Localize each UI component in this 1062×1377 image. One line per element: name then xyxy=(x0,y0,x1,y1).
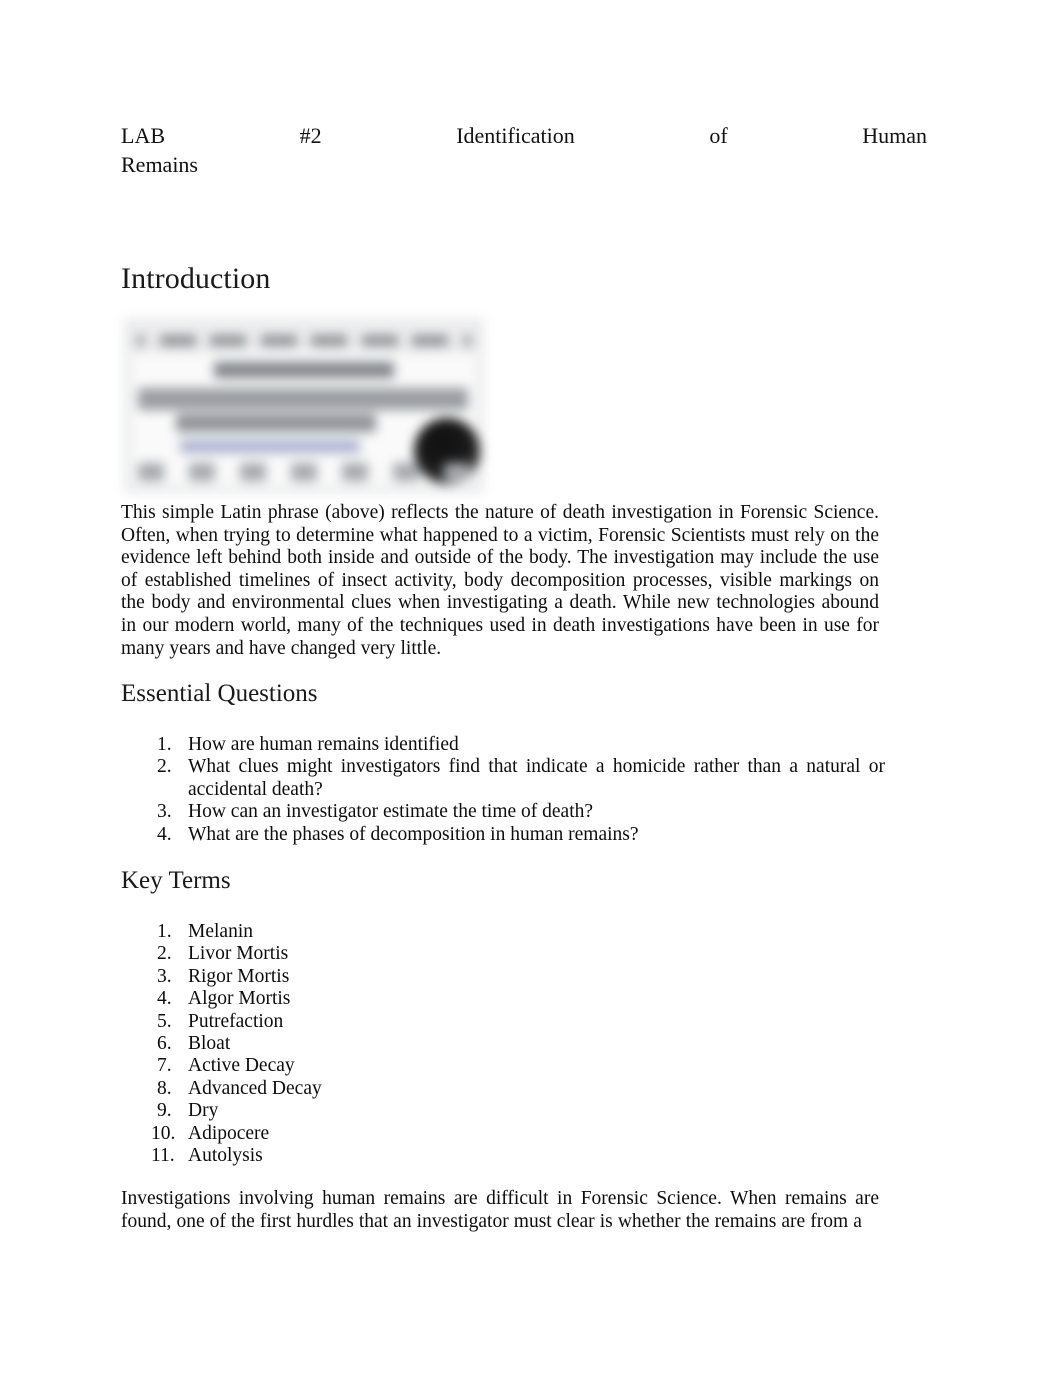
figure-title-block xyxy=(214,362,394,378)
list-item-number: 4. xyxy=(157,988,172,1010)
list-item-number: 3. xyxy=(157,965,172,987)
list-item-number: 4. xyxy=(157,823,172,845)
list-item: 8. Advanced Decay xyxy=(121,1078,541,1100)
document-page: LAB #2 Identification of Human Remains I… xyxy=(0,0,1062,1377)
list-item-label: Autolysis xyxy=(188,1145,263,1167)
header-title-overflow: Remains xyxy=(121,152,198,177)
list-item: 6. Bloat xyxy=(121,1033,541,1055)
document-header: LAB #2 Identification of Human xyxy=(121,121,927,150)
essential-questions-list: 1. How are human remains identified 2. W… xyxy=(121,734,885,846)
list-item: 4. Algor Mortis xyxy=(121,988,541,1010)
list-item-label: Bloat xyxy=(188,1033,231,1055)
header-title-word-1: Identification xyxy=(456,123,575,148)
list-item-label: Dry xyxy=(188,1100,219,1122)
list-item-label: Advanced Decay xyxy=(188,1077,322,1099)
list-item: 3. Rigor Mortis xyxy=(121,966,541,988)
list-item-number: 9. xyxy=(157,1100,172,1122)
list-item-number: 1. xyxy=(157,734,172,755)
list-item-number: 3. xyxy=(157,801,172,823)
list-item-label: Algor Mortis xyxy=(188,988,291,1010)
figure-text-line-3 xyxy=(176,414,376,432)
header-title-word-2: of xyxy=(709,123,728,148)
figure-footer-row xyxy=(132,457,476,487)
list-item-number: 7. xyxy=(157,1055,172,1077)
list-item-number: 2. xyxy=(157,756,172,778)
figure-content xyxy=(124,318,484,493)
closing-paragraph: Investigations involving human remains a… xyxy=(121,1188,879,1232)
list-item-number: 5. xyxy=(157,1010,172,1032)
list-item-label: Rigor Mortis xyxy=(188,965,290,987)
list-item-number: 6. xyxy=(157,1033,172,1055)
list-item-label: How are human remains identified xyxy=(188,734,459,755)
list-item-label: What are the phases of decomposition in … xyxy=(188,823,639,845)
figure-nav-row xyxy=(132,326,476,354)
heading-introduction: Introduction xyxy=(121,262,271,295)
list-item: 7. Active Decay xyxy=(121,1055,541,1077)
list-item-number: 10. xyxy=(151,1122,176,1144)
document-header-overflow: Remains xyxy=(121,150,927,179)
latin-phrase-figure xyxy=(124,318,484,493)
list-item: 9. Dry xyxy=(121,1100,541,1122)
list-item: 2. Livor Mortis xyxy=(121,943,541,965)
key-terms-list: 1. Melanin 2. Livor Mortis 3. Rigor Mort… xyxy=(121,921,541,1167)
heading-key-terms: Key Terms xyxy=(121,867,231,894)
list-item-number: 1. xyxy=(157,921,172,942)
list-item-label: Active Decay xyxy=(188,1055,295,1077)
list-item-number: 11. xyxy=(151,1145,175,1167)
list-item-label: Adipocere xyxy=(188,1122,270,1144)
figure-text-line-2 xyxy=(138,388,468,410)
figure-link-line xyxy=(180,440,360,453)
list-item: 2. What clues might investigators find t… xyxy=(121,756,885,801)
list-item: 11. Autolysis xyxy=(121,1145,541,1167)
list-item-label: Livor Mortis xyxy=(188,943,289,965)
list-item-number: 8. xyxy=(157,1077,172,1099)
list-item: 4. What are the phases of decomposition … xyxy=(121,824,885,846)
list-item: 1. How are human remains identified xyxy=(121,734,885,756)
list-item: 5. Putrefaction xyxy=(121,1011,541,1033)
lab-number: LAB #2 xyxy=(121,123,322,148)
list-item-label: What clues might investigators find that… xyxy=(188,756,885,800)
list-item-label: Melanin xyxy=(188,921,253,942)
introduction-paragraph: This simple Latin phrase (above) reflect… xyxy=(121,502,879,659)
list-item-label: How can an investigator estimate the tim… xyxy=(188,801,594,823)
heading-essential-questions: Essential Questions xyxy=(121,680,318,707)
list-item-label: Putrefaction xyxy=(188,1010,284,1032)
header-title-word-3: Human xyxy=(862,123,928,148)
list-item-number: 2. xyxy=(157,943,172,965)
list-item: 3. How can an investigator estimate the … xyxy=(121,801,885,823)
list-item: 1. Melanin xyxy=(121,921,541,943)
list-item: 10. Adipocere xyxy=(121,1123,541,1145)
